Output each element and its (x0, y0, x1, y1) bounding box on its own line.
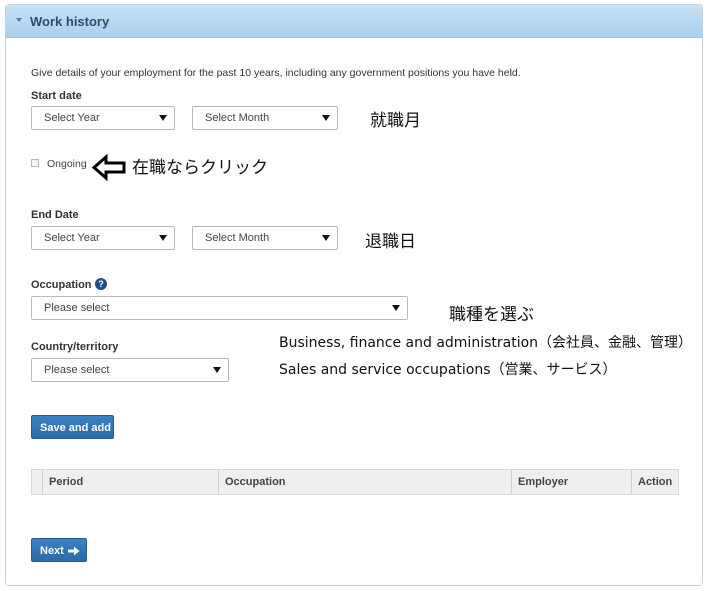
country-label: Country/territory (31, 341, 119, 353)
occupation-value: Please select (44, 302, 110, 314)
end-date-label: End Date (31, 209, 79, 221)
column-header-occupation: Occupation (218, 470, 512, 494)
dropdown-arrow-icon (322, 235, 330, 241)
dropdown-arrow-icon (159, 235, 167, 241)
intro-text: Give details of your employment for the … (31, 67, 521, 79)
end-month-select[interactable]: Select Month (192, 226, 338, 250)
arrow-left-icon (92, 154, 126, 181)
next-button[interactable]: Next (31, 538, 87, 562)
column-header-period: Period (42, 470, 219, 494)
end-month-value: Select Month (205, 232, 270, 244)
end-year-select[interactable]: Select Year (31, 226, 175, 250)
dropdown-arrow-icon (213, 367, 221, 373)
dropdown-arrow-icon (322, 115, 330, 121)
work-history-panel: Work history (5, 4, 703, 586)
help-icon[interactable]: ? (95, 278, 107, 290)
work-history-table: Period Occupation Employer Action (31, 469, 679, 495)
collapse-caret-icon[interactable] (16, 18, 22, 22)
arrow-right-icon (68, 546, 80, 556)
save-and-add-button[interactable]: Save and add (31, 415, 114, 439)
occupation-label: Occupation (31, 279, 92, 291)
ongoing-checkbox[interactable] (31, 159, 39, 167)
dropdown-arrow-icon (392, 305, 400, 311)
country-value: Please select (44, 364, 110, 376)
start-year-value: Select Year (44, 112, 100, 124)
start-date-note: 就職月 (370, 111, 421, 131)
occupation-select[interactable]: Please select (31, 296, 408, 320)
occupation-note: 職種を選ぶ (449, 305, 534, 325)
country-select[interactable]: Please select (31, 358, 229, 382)
end-date-note: 退職日 (365, 232, 416, 252)
start-month-select[interactable]: Select Month (192, 106, 338, 130)
start-year-select[interactable]: Select Year (31, 106, 175, 130)
ongoing-note: 在職ならクリック (132, 158, 268, 178)
end-year-value: Select Year (44, 232, 100, 244)
start-month-value: Select Month (205, 112, 270, 124)
save-and-add-label: Save and add (40, 422, 111, 434)
column-header-action: Action (631, 470, 678, 494)
column-header-employer: Employer (511, 470, 632, 494)
dropdown-arrow-icon (159, 115, 167, 121)
next-label: Next (40, 545, 64, 557)
panel-header[interactable]: Work history (6, 5, 702, 38)
ongoing-label[interactable]: Ongoing (47, 158, 87, 170)
panel-title: Work history (30, 14, 110, 29)
occupation-example-2: Sales and service occupations（営業、サービス） (279, 362, 617, 378)
occupation-example-1: Business, finance and administration（会社員… (279, 335, 693, 351)
start-date-label: Start date (31, 90, 82, 102)
